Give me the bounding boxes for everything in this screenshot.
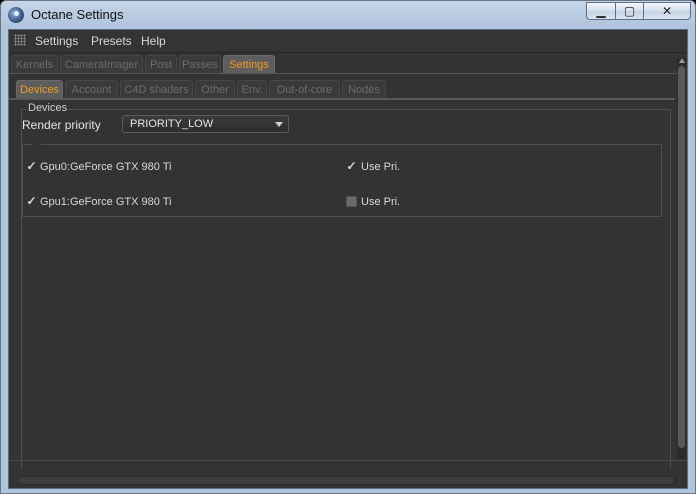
horizontal-scroll-thumb[interactable] (18, 477, 674, 484)
gpu0-enable-checkbox[interactable] (26, 161, 37, 172)
menu-grip-icon[interactable] (14, 34, 26, 46)
tab-nodes[interactable]: Nodes (342, 80, 386, 98)
menu-settings[interactable]: Settings (35, 34, 78, 48)
render-priority-label: Render priority (22, 118, 101, 132)
gpu0-use-pri-checkbox[interactable] (346, 161, 357, 172)
render-priority-value: PRIORITY_LOW (130, 118, 214, 130)
gpu1-enable-checkbox[interactable] (26, 196, 37, 207)
tab-passes[interactable]: Passes (179, 55, 221, 73)
maximize-button[interactable]: ▢ (615, 2, 644, 20)
secondary-tab-bar: Devices Account C4D shaders Other Env. O… (9, 78, 675, 100)
tab-c4d-shaders[interactable]: C4D shaders (120, 80, 193, 98)
tab-devices[interactable]: Devices (16, 80, 63, 98)
minimize-icon: ▁ (596, 4, 606, 18)
primary-tab-bar: Kernels CameraImager Post Passes Setting… (9, 53, 687, 74)
gpu-list: Gpu0:GeForce GTX 980 Ti Use Pri. Gpu1:Ge… (22, 144, 662, 217)
tab-kernels[interactable]: Kernels (11, 55, 58, 73)
gpu0-name: Gpu0:GeForce GTX 980 Ti (40, 161, 172, 173)
octane-settings-window: Octane Settings ▁ ▢ ✕ Settings Presets H… (0, 0, 696, 494)
client-area: Settings Presets Help Kernels CameraImag… (8, 29, 688, 489)
window-title: Octane Settings (31, 7, 124, 22)
resize-grip-icon[interactable] (677, 476, 686, 485)
cinema4d-app-icon (8, 7, 24, 23)
title-bar[interactable]: Octane Settings ▁ ▢ ✕ (1, 1, 695, 29)
gpu1-name: Gpu1:GeForce GTX 980 Ti (40, 196, 172, 208)
close-button[interactable]: ✕ (643, 2, 691, 20)
close-icon: ✕ (661, 4, 673, 18)
gpu0-use-pri-label: Use Pri. (361, 161, 401, 173)
tab-env[interactable]: Env. (237, 80, 267, 98)
tab-out-of-core[interactable]: Out-of-core (269, 80, 340, 98)
tab-settings[interactable]: Settings (223, 55, 275, 73)
gpu1-use-pri-label: Use Pri. (361, 196, 401, 208)
gpu1-use-pri-checkbox[interactable] (346, 196, 357, 207)
menu-presets[interactable]: Presets (91, 34, 132, 48)
menu-help[interactable]: Help (141, 34, 166, 48)
maximize-icon: ▢ (623, 4, 636, 18)
minimize-button[interactable]: ▁ (586, 2, 616, 20)
menu-bar: Settings Presets Help (9, 30, 687, 53)
devices-panel: Devices Render priority PRIORITY_LOW Gpu… (17, 102, 671, 469)
render-priority-select[interactable]: PRIORITY_LOW (122, 115, 289, 133)
tab-other[interactable]: Other (195, 80, 235, 98)
tab-account[interactable]: Account (65, 80, 118, 98)
vertical-scrollbar[interactable] (677, 58, 686, 459)
scroll-up-arrow-icon[interactable] (679, 58, 685, 63)
dropdown-arrow-icon (275, 122, 283, 127)
tab-cameraimager[interactable]: CameraImager (60, 55, 143, 73)
footer-divider (9, 460, 687, 461)
horizontal-scrollbar[interactable] (17, 476, 677, 485)
devices-group-title: Devices (27, 102, 69, 114)
tab-post[interactable]: Post (145, 55, 177, 73)
vertical-scroll-thumb[interactable] (678, 66, 685, 448)
